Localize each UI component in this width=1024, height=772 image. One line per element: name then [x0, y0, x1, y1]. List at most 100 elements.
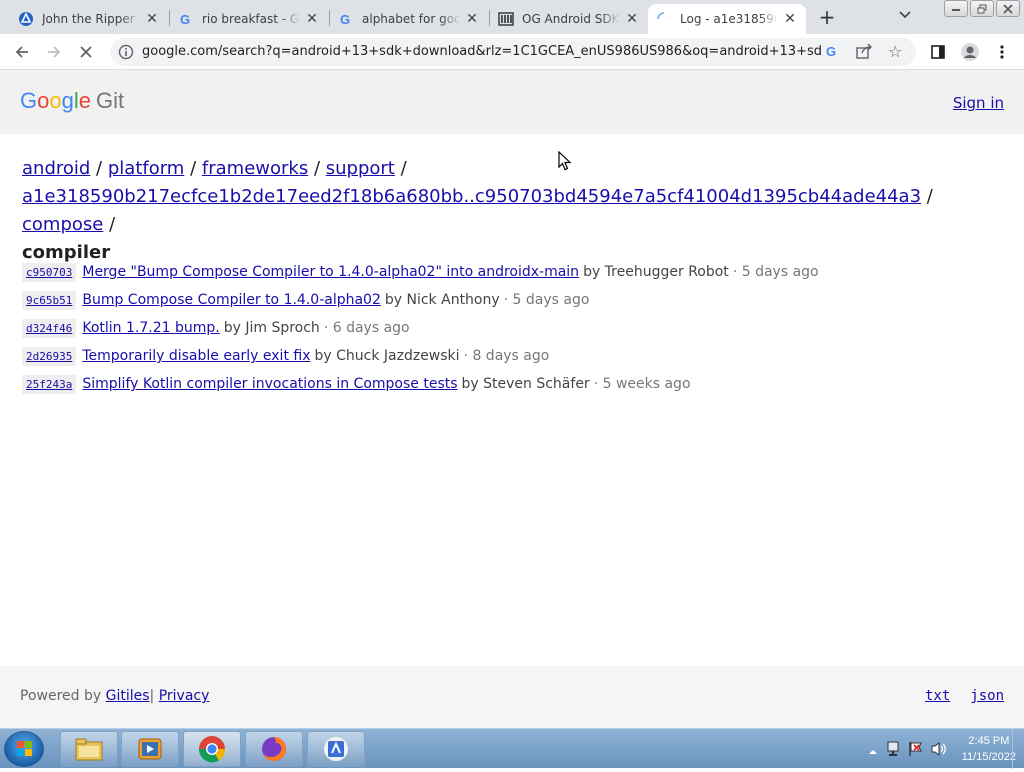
info-icon[interactable]: [118, 44, 134, 60]
android-studio-icon[interactable]: [307, 731, 365, 767]
json-link[interactable]: json: [970, 688, 1004, 704]
close-tab-icon[interactable]: ✕: [144, 11, 160, 27]
breadcrumb-sep: /: [190, 158, 197, 179]
logo-letter: o: [49, 88, 62, 113]
show-desktop-button[interactable]: [1012, 729, 1024, 769]
commit-author: by Nick Anthony: [384, 292, 500, 308]
show-hidden-icons-icon[interactable]: [868, 741, 878, 760]
address-bar[interactable]: google.com/search?q=android+13+sdk+downl…: [110, 38, 916, 66]
commit-sha-link[interactable]: 25f243a: [22, 374, 77, 394]
new-tab-button[interactable]: +: [814, 6, 840, 30]
close-tab-icon[interactable]: ✕: [624, 11, 640, 27]
commit-time: · 5 days ago: [732, 264, 819, 280]
commit-time: · 6 days ago: [323, 320, 410, 336]
close-tab-icon[interactable]: ✕: [304, 11, 320, 27]
loading-icon: [656, 11, 672, 27]
forward-icon[interactable]: [42, 40, 66, 64]
svg-text:G: G: [826, 44, 836, 59]
footer-formats: txt json: [925, 688, 1004, 704]
commit-message-link[interactable]: Temporarily disable early exit fix: [82, 348, 310, 364]
clock-date: 11/15/2022: [961, 751, 1016, 763]
commit-sha-link[interactable]: 2d26935: [22, 346, 77, 366]
commit-author: by Chuck Jazdzewski: [314, 348, 460, 364]
footer-divider: |: [149, 688, 155, 704]
tab-log-active[interactable]: Log - a1e318590b ✕: [648, 4, 806, 34]
footer-left: Powered by Gitiles| Privacy: [20, 688, 209, 704]
media-player-icon[interactable]: [121, 731, 179, 767]
privacy-link[interactable]: Privacy: [159, 688, 210, 704]
commit-sha-link[interactable]: c950703: [22, 262, 77, 282]
tab-search-icon[interactable]: [895, 8, 915, 26]
close-tab-icon[interactable]: ✕: [782, 11, 798, 27]
stop-loading-icon[interactable]: [74, 40, 98, 64]
breadcrumb-sep: /: [96, 158, 103, 179]
breadcrumb-android[interactable]: android: [22, 158, 90, 179]
google-git-logo[interactable]: Google Git: [20, 88, 124, 114]
tab-rio-breakfast[interactable]: G rio breakfast - Go ✕: [170, 4, 328, 34]
commit-message-link[interactable]: Simplify Kotlin compiler invocations in …: [82, 376, 457, 392]
close-window-icon[interactable]: [996, 0, 1020, 17]
url-text[interactable]: google.com/search?q=android+13+sdk+downl…: [142, 44, 822, 59]
breadcrumb-sep: /: [400, 158, 407, 179]
breadcrumb-compose[interactable]: compose: [22, 214, 103, 235]
file-explorer-icon[interactable]: [60, 731, 118, 767]
google-icon: G: [338, 11, 354, 27]
tab-john-the-ripper[interactable]: John the Ripper 1 ✕: [10, 4, 168, 34]
txt-link[interactable]: txt: [925, 688, 950, 704]
commit-author: by Steven Schäfer: [461, 376, 590, 392]
sign-in-link[interactable]: Sign in: [953, 94, 1004, 112]
commit-sha-link[interactable]: 9c65b51: [22, 290, 77, 310]
mouse-cursor-icon: [558, 150, 572, 171]
chrome-icon[interactable]: [183, 731, 241, 767]
svg-text:G: G: [340, 12, 350, 27]
windows-taskbar: 2:45 PM 11/15/2022: [0, 728, 1024, 769]
breadcrumb-sep: /: [109, 214, 116, 235]
gitiles-header: Google Git Sign in: [0, 70, 1024, 134]
close-tab-icon[interactable]: ✕: [464, 11, 480, 27]
commit-message-link[interactable]: Kotlin 1.7.21 bump.: [82, 320, 219, 336]
browser-toolbar: google.com/search?q=android+13+sdk+downl…: [0, 34, 1024, 70]
network-icon[interactable]: [886, 740, 902, 762]
tab-alphabet[interactable]: G alphabet for goog ✕: [330, 4, 488, 34]
logo-letter: G: [20, 88, 38, 113]
breadcrumb-frameworks[interactable]: frameworks: [202, 158, 308, 179]
google-lens-icon[interactable]: G: [824, 43, 840, 63]
log-entry: d324f46 Kotlin 1.7.21 bump. by Jim Sproc…: [22, 314, 1002, 342]
archive-icon: [498, 11, 514, 27]
tab-og-android-sdk[interactable]: OG Android SDK ✕: [490, 4, 648, 34]
page-footer: Powered by Gitiles| Privacy txt json: [0, 666, 1024, 728]
commit-time: · 5 days ago: [503, 292, 590, 308]
tab-strip: John the Ripper 1 ✕ G rio breakfast - Go…: [0, 0, 1024, 34]
action-center-flag-icon[interactable]: [908, 740, 924, 762]
breadcrumb: android / platform / frameworks / suppor…: [22, 155, 1002, 267]
restore-icon[interactable]: [970, 0, 994, 17]
breadcrumb-platform[interactable]: platform: [108, 158, 184, 179]
system-tray: 2:45 PM 11/15/2022: [834, 729, 1024, 769]
powered-by-label: Powered by: [20, 688, 102, 704]
gitiles-link[interactable]: Gitiles: [106, 688, 150, 704]
commit-message-link[interactable]: Merge "Bump Compose Compiler to 1.4.0-al…: [82, 264, 579, 280]
bookmark-star-icon[interactable]: ☆: [888, 42, 902, 61]
commit-time: · 5 weeks ago: [593, 376, 691, 392]
firefox-icon[interactable]: [245, 731, 303, 767]
breadcrumb-commit-range[interactable]: a1e318590b217ecfce1b2de17eed2f18b6a680bb…: [22, 186, 921, 207]
logo-git: Git: [96, 88, 125, 113]
breadcrumb-support[interactable]: support: [326, 158, 395, 179]
taskbar-clock[interactable]: 2:45 PM 11/15/2022: [962, 733, 1016, 765]
start-button-icon[interactable]: [4, 731, 44, 767]
profile-avatar-icon[interactable]: [958, 40, 982, 64]
log-entry: 9c65b51 Bump Compose Compiler to 1.4.0-a…: [22, 286, 1002, 314]
commit-sha-link[interactable]: d324f46: [22, 318, 77, 338]
log-entry: 2d26935 Temporarily disable early exit f…: [22, 342, 1002, 370]
commit-message-link[interactable]: Bump Compose Compiler to 1.4.0-alpha02: [82, 292, 381, 308]
breadcrumb-sep: /: [313, 158, 321, 179]
minimize-icon[interactable]: [944, 0, 968, 17]
side-panel-icon[interactable]: [926, 40, 950, 64]
log-entry: c950703 Merge "Bump Compose Compiler to …: [22, 258, 1002, 286]
share-icon[interactable]: [856, 43, 874, 63]
volume-icon[interactable]: [930, 740, 948, 762]
window-controls: [944, 0, 1020, 17]
menu-kebab-icon[interactable]: [990, 40, 1014, 64]
logo-letter: e: [78, 88, 92, 113]
back-icon[interactable]: [10, 40, 34, 64]
